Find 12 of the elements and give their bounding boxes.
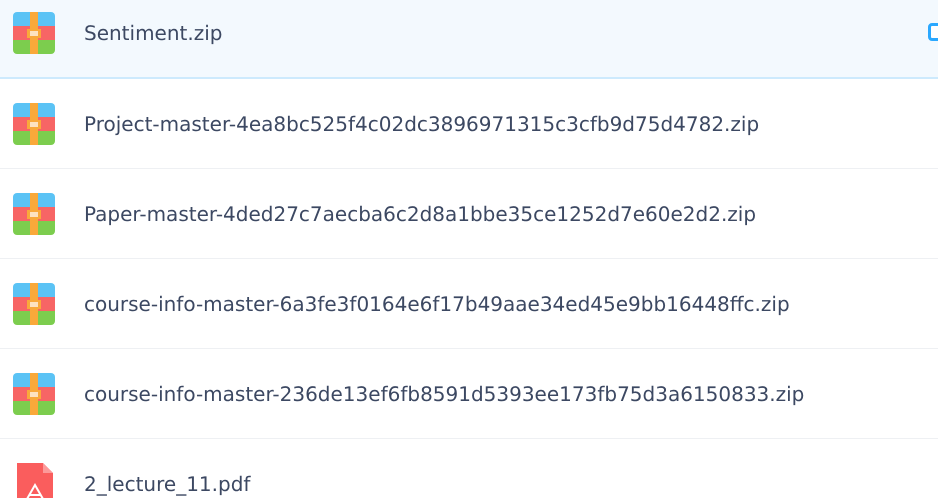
archive-icon <box>13 282 55 324</box>
file-name: course-info-master-6a3fe3f0164e6f17b49aae34ed45e9bb16448ffc.zip <box>84 292 790 316</box>
archive-icon <box>13 372 55 414</box>
file-name: Project-master-4ea8bc525f4c02dc3896971315c3cfb9d75d4782.zip <box>84 112 760 136</box>
file-name: Sentiment.zip <box>84 21 222 45</box>
archive-icon <box>13 12 55 54</box>
archive-icon <box>13 192 55 234</box>
file-row[interactable]: Sentiment.zip <box>0 0 938 79</box>
archive-icon <box>13 102 55 144</box>
file-name: 2_lecture_11.pdf <box>84 472 250 496</box>
file-name: Paper-master-4ded27c7aecba6c2d8a1bbe35ce1252d7e60e2d2.zip <box>84 202 756 226</box>
file-name: course-info-master-236de13ef6fb8591d5393ee173fb75d3a6150833.zip <box>84 382 804 406</box>
